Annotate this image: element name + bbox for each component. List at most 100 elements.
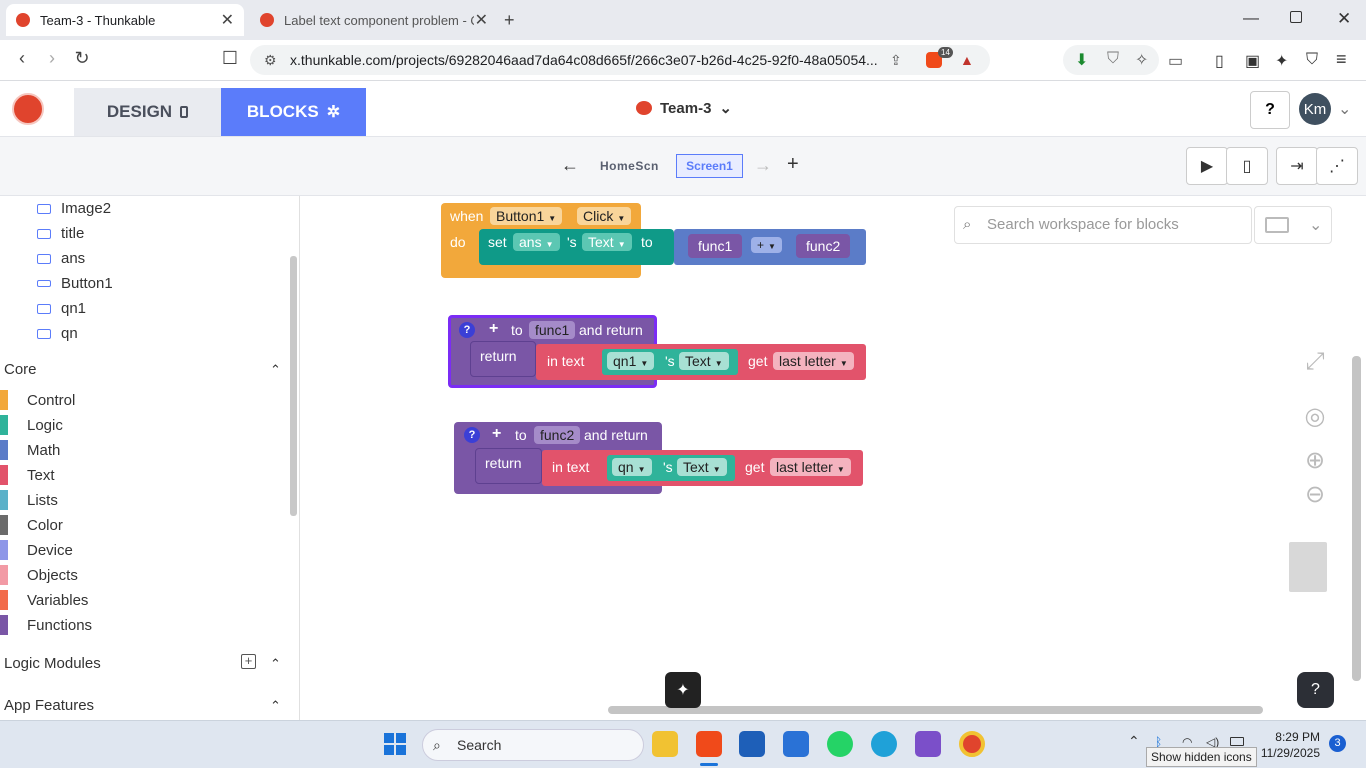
set-property-block[interactable]: set ans ▼ 's Text ▼ to [479, 229, 674, 265]
category-variables[interactable]: Variables [0, 590, 88, 610]
avatar[interactable]: Km [1299, 93, 1331, 125]
close-tab-icon[interactable]: ✕ [475, 10, 488, 30]
reader-icon[interactable]: ▭ [1168, 51, 1183, 71]
chrome-icon[interactable] [959, 731, 985, 757]
property-dropdown[interactable]: Text ▼ [677, 458, 727, 476]
component-title[interactable]: title [37, 225, 84, 242]
component-button1[interactable]: Button1 [37, 275, 113, 292]
tab-design[interactable]: DESIGN [74, 88, 221, 136]
project-selector[interactable]: Team-3 ⌄ [636, 99, 732, 117]
bookmark-icon[interactable]: ☐ [218, 48, 242, 69]
add-screen-icon[interactable]: + [787, 153, 799, 176]
add-module-icon[interactable]: + [241, 654, 256, 669]
share-button[interactable]: ⋰ [1316, 147, 1358, 185]
new-tab-icon[interactable]: + [504, 10, 515, 31]
share-icon[interactable]: ⇪ [890, 45, 902, 75]
menu-icon[interactable]: ≡ [1336, 49, 1347, 70]
chevron-up-icon[interactable]: ⌃ [270, 656, 281, 672]
taskbar-search[interactable]: ⌕ Search [422, 729, 644, 761]
component-qn1[interactable]: qn1 [37, 300, 86, 317]
file-explorer-icon[interactable] [652, 731, 678, 757]
screen-homescn[interactable]: HomeScn [600, 159, 659, 173]
category-color[interactable]: Color [0, 515, 63, 535]
chevron-up-icon[interactable]: ⌃ [1128, 733, 1140, 750]
which-dropdown[interactable]: last letter ▼ [770, 458, 851, 476]
battery-icon[interactable] [1230, 737, 1244, 746]
notepad-icon[interactable] [783, 731, 809, 757]
sidebar-icon[interactable]: ▯ [1215, 51, 1224, 71]
component-dropdown[interactable]: Button1 ▼ [490, 207, 563, 225]
section-logic-modules[interactable]: Logic Modules [4, 655, 101, 672]
workspace-search-input[interactable]: ⌕ Search workspace for blocks [954, 206, 1252, 244]
url-field[interactable]: ⚙ x.thunkable.com/projects/69282046aad7d… [250, 45, 990, 75]
arrow-left-icon[interactable]: ← [561, 155, 579, 176]
leo-icon[interactable]: ✦ [1275, 51, 1288, 71]
edge-icon[interactable] [871, 731, 897, 757]
brave-rewards-icon[interactable]: ▲ [960, 45, 974, 75]
component-dropdown[interactable]: qn ▼ [612, 458, 652, 476]
event-dropdown[interactable]: Click ▼ [577, 207, 632, 225]
category-text[interactable]: Text [0, 465, 55, 485]
category-device[interactable]: Device [0, 540, 73, 560]
math-add-block[interactable]: func1 + ▼ func2 [674, 229, 866, 265]
download-icon[interactable]: ⬇ [1075, 50, 1088, 70]
chevron-up-icon[interactable]: ⌃ [270, 362, 281, 378]
fullscreen-icon[interactable]: ⤢ [1300, 348, 1330, 376]
category-control[interactable]: Control [0, 390, 75, 410]
section-app-features[interactable]: App Features [4, 697, 94, 714]
minimize-icon[interactable]: — [1243, 10, 1259, 28]
close-tab-icon[interactable]: ✕ [221, 10, 234, 30]
thunkable-logo-icon[interactable] [12, 93, 44, 125]
function-name-field[interactable]: func2 [534, 426, 581, 444]
component-qn[interactable]: qn [37, 325, 78, 342]
chevron-down-icon[interactable]: ⌄ [1338, 99, 1351, 119]
operator-dropdown[interactable]: + ▼ [751, 237, 782, 253]
category-functions[interactable]: Functions [0, 615, 92, 635]
tab-blocks[interactable]: BLOCKS ✲ [221, 88, 366, 136]
component-ans[interactable]: ans [37, 250, 85, 267]
func2-get-letter-block[interactable]: in text qn ▼ 's Text ▼ get last letter ▼ [542, 450, 863, 486]
category-logic[interactable]: Logic [0, 415, 63, 435]
workspace-vertical-scrollbar[interactable] [1352, 356, 1361, 681]
restore-icon[interactable] [1290, 11, 1302, 23]
function-name-field[interactable]: func1 [529, 321, 576, 339]
notification-badge[interactable]: 3 [1329, 735, 1346, 752]
plus-icon[interactable]: + [492, 425, 501, 443]
visual-studio-icon[interactable] [915, 731, 941, 757]
puzzle-icon[interactable]: ✧ [1135, 50, 1148, 70]
property-dropdown[interactable]: Text ▼ [582, 233, 632, 251]
recenter-icon[interactable]: ◎ [1300, 402, 1330, 431]
reload-icon[interactable]: ↻ [70, 48, 94, 69]
tab-thunkable[interactable]: Team-3 - Thunkable ✕ [6, 4, 244, 36]
call-func2-block[interactable]: func2 [796, 234, 851, 258]
property-dropdown[interactable]: Text ▼ [679, 352, 729, 370]
section-core[interactable]: Core [4, 361, 37, 378]
preview-button[interactable]: ▶ [1186, 147, 1228, 185]
help-icon[interactable]: ? [464, 427, 480, 443]
close-window-icon[interactable]: ✕ [1337, 9, 1351, 29]
taskbar-clock[interactable]: 8:29 PM 11/29/2025 [1258, 729, 1320, 761]
site-info-icon[interactable]: ⚙ [264, 45, 277, 75]
vpn-icon[interactable]: ⛉ [1306, 51, 1318, 69]
help-chat-button[interactable]: ? [1297, 672, 1334, 708]
call-func1-block[interactable]: func1 [688, 234, 743, 258]
category-objects[interactable]: Objects [0, 565, 78, 585]
left-panel-scrollbar[interactable] [290, 256, 297, 516]
plus-icon[interactable]: + [489, 320, 498, 338]
windows-start-icon[interactable] [384, 733, 406, 755]
live-test-button[interactable]: ▯ [1226, 147, 1268, 185]
shield-icon[interactable]: ⛉ [1107, 50, 1119, 68]
wallet-icon[interactable]: ▣ [1245, 51, 1260, 71]
zoom-in-icon[interactable]: ⊕ [1300, 446, 1330, 475]
forward-icon[interactable]: › [40, 48, 64, 69]
help-button[interactable]: ? [1250, 91, 1290, 129]
trash-icon[interactable] [1289, 542, 1327, 592]
component-property-block[interactable]: qn1 ▼ 's Text ▼ [602, 349, 738, 375]
download-app-button[interactable]: ⇥ [1276, 147, 1318, 185]
microsoft-store-icon[interactable] [739, 731, 765, 757]
category-lists[interactable]: Lists [0, 490, 58, 510]
brave-browser-icon[interactable] [696, 731, 722, 757]
zoom-out-icon[interactable]: ⊖ [1300, 480, 1330, 509]
workspace-horizontal-scrollbar[interactable] [608, 706, 1263, 714]
whatsapp-icon[interactable] [827, 731, 853, 757]
